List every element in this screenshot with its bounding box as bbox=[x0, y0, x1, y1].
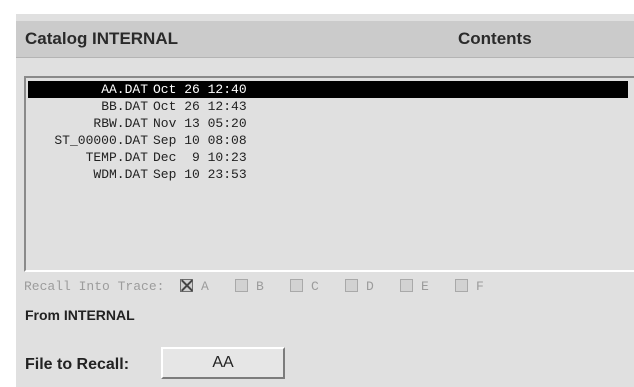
file-date: Oct 26 12:40 bbox=[153, 82, 247, 97]
file-list[interactable]: AA.DAT Oct 26 12:40 BB.DAT Oct 26 12:43 … bbox=[24, 76, 634, 272]
file-name: ST_00000.DAT bbox=[54, 133, 148, 148]
checkbox-icon[interactable] bbox=[400, 279, 413, 292]
trace-letter: E bbox=[421, 279, 429, 294]
file-to-recall-field[interactable]: AA bbox=[161, 347, 285, 379]
checkbox-icon[interactable] bbox=[290, 279, 303, 292]
file-date: Sep 10 23:53 bbox=[153, 167, 247, 182]
checkbox-icon[interactable] bbox=[455, 279, 468, 292]
file-row-st00000[interactable]: ST_00000.DAT Sep 10 08:08 bbox=[28, 132, 628, 149]
trace-letter: B bbox=[256, 279, 264, 294]
checkbox-checked-icon[interactable] bbox=[180, 279, 193, 292]
catalog-header: Catalog INTERNAL Contents bbox=[16, 21, 634, 58]
file-row-aa[interactable]: AA.DAT Oct 26 12:40 bbox=[28, 81, 628, 98]
trace-letter: F bbox=[476, 279, 484, 294]
file-name: WDM.DAT bbox=[93, 167, 148, 182]
file-date: Oct 26 12:43 bbox=[153, 99, 247, 114]
catalog-panel: Catalog INTERNAL Contents AA.DAT Oct 26 … bbox=[16, 14, 634, 387]
file-name: BB.DAT bbox=[101, 99, 148, 114]
file-date: Sep 10 08:08 bbox=[153, 133, 247, 148]
from-source-label: From INTERNAL bbox=[25, 307, 135, 323]
file-date: Nov 13 05:20 bbox=[153, 116, 247, 131]
trace-letter: C bbox=[311, 279, 319, 294]
contents-label: Contents bbox=[458, 29, 532, 48]
file-row-temp[interactable]: TEMP.DAT Dec 9 10:23 bbox=[28, 149, 628, 166]
trace-letter: D bbox=[366, 279, 374, 294]
checkbox-icon[interactable] bbox=[345, 279, 358, 292]
file-name: RBW.DAT bbox=[93, 116, 148, 131]
file-row-wdm[interactable]: WDM.DAT Sep 10 23:53 bbox=[28, 166, 628, 183]
file-row-bb[interactable]: BB.DAT Oct 26 12:43 bbox=[28, 98, 628, 115]
trace-letter: A bbox=[201, 279, 209, 294]
catalog-title: Catalog INTERNAL bbox=[25, 29, 178, 48]
checkbox-icon[interactable] bbox=[235, 279, 248, 292]
file-name: TEMP.DAT bbox=[85, 150, 148, 165]
recall-into-trace-label: Recall Into Trace: bbox=[24, 279, 165, 294]
file-to-recall-label: File to Recall: bbox=[25, 356, 130, 373]
file-date: Dec 9 10:23 bbox=[153, 150, 247, 165]
file-row-rbw[interactable]: RBW.DAT Nov 13 05:20 bbox=[28, 115, 628, 132]
file-name: AA.DAT bbox=[101, 82, 148, 97]
